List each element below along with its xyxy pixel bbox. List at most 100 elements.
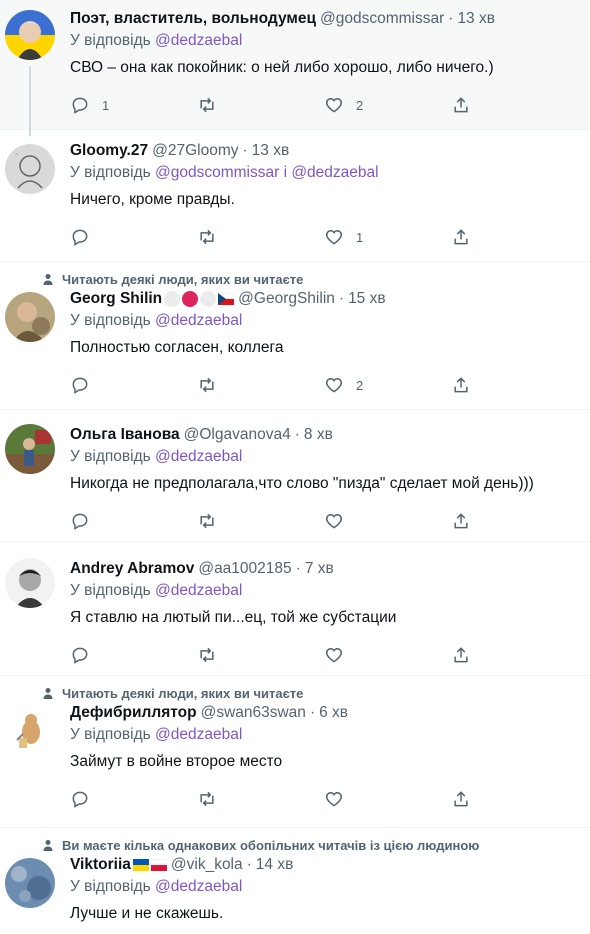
retweet-button[interactable] xyxy=(197,95,324,115)
author-name[interactable]: Georg Shilin xyxy=(70,290,162,308)
retweet-button[interactable] xyxy=(197,789,324,809)
avatar[interactable] xyxy=(5,10,55,60)
heart-icon xyxy=(325,229,343,245)
mention-link[interactable]: @dedzaebal xyxy=(155,726,242,743)
heart-icon xyxy=(325,377,343,393)
reply-prefix: У відповідь xyxy=(70,726,151,743)
author-name[interactable]: Ольга Іванова xyxy=(70,426,180,444)
timestamp[interactable]: 15 хв xyxy=(348,290,386,308)
reply-prefix: У відповідь xyxy=(70,582,151,599)
author-handle[interactable]: @vik_kola xyxy=(171,856,243,874)
retweet-button[interactable] xyxy=(197,375,324,395)
author-name[interactable]: Gloomy.27 xyxy=(70,142,148,160)
share-button[interactable] xyxy=(451,375,578,395)
tweet[interactable]: Читають деякі люди, яких ви читаєте Geor… xyxy=(0,262,590,410)
reply-button[interactable] xyxy=(70,375,197,395)
avatar[interactable] xyxy=(5,558,55,608)
reply-button[interactable] xyxy=(70,511,197,531)
tweet[interactable]: Ольга Іванова @Olgavanova4 · 8 хв У відп… xyxy=(0,410,590,542)
timestamp[interactable]: 7 хв xyxy=(305,560,334,578)
mention-link[interactable]: @dedzaebal xyxy=(155,582,242,599)
author-handle[interactable]: @aa1002185 xyxy=(198,560,291,578)
mention-link[interactable]: @dedzaebal xyxy=(155,448,242,465)
like-button[interactable]: 2 xyxy=(324,95,451,115)
mention-link[interactable]: @godscommissar і @dedzaebal xyxy=(155,164,379,181)
like-button[interactable] xyxy=(324,645,451,665)
reply-context: У відповідь @dedzaebal xyxy=(70,310,578,332)
reply-button[interactable]: 1 xyxy=(70,95,197,115)
reply-icon xyxy=(72,377,88,394)
share-button[interactable] xyxy=(451,227,578,247)
like-button[interactable]: 2 xyxy=(324,375,451,395)
share-icon xyxy=(454,513,468,529)
author-name[interactable]: Andrey Abramov xyxy=(70,560,194,578)
retweet-button[interactable] xyxy=(197,227,324,247)
mention-link[interactable]: @dedzaebal xyxy=(155,312,242,329)
social-context-text: Ви маєте кілька однакових обопільних чит… xyxy=(62,837,480,853)
tweet[interactable]: Читають деякі люди, яких ви читаєте Дефи… xyxy=(0,676,590,828)
avatar[interactable]: ~ xyxy=(5,144,55,194)
separator: · xyxy=(246,856,252,873)
tweet[interactable]: Поэт, властитель, вольнодумец @godscommi… xyxy=(0,0,590,136)
author-handle[interactable]: @Olgavanova4 xyxy=(184,426,291,444)
svg-text:~: ~ xyxy=(15,152,18,158)
reply-button[interactable] xyxy=(70,789,197,809)
like-count: 1 xyxy=(356,229,364,245)
reply-context: У відповідь @dedzaebal xyxy=(70,580,578,602)
action-bar: 1 xyxy=(70,220,578,254)
avatar[interactable] xyxy=(5,706,55,756)
like-button[interactable] xyxy=(324,511,451,531)
reply-button[interactable] xyxy=(70,645,197,665)
author-handle[interactable]: @27Gloomy xyxy=(152,142,238,160)
avatar[interactable] xyxy=(5,292,55,342)
heart-icon xyxy=(325,513,343,529)
mention-link[interactable]: @dedzaebal xyxy=(155,878,242,895)
white-circle-emoji xyxy=(200,291,217,307)
timestamp[interactable]: 6 хв xyxy=(319,704,348,722)
separator: · xyxy=(448,10,454,27)
reply-context: У відповідь @dedzaebal xyxy=(70,724,578,746)
share-button[interactable] xyxy=(451,645,578,665)
avatar[interactable] xyxy=(5,858,55,908)
avatar[interactable] xyxy=(5,424,55,474)
separator: · xyxy=(242,142,248,159)
author-name[interactable]: Дефибриллятор xyxy=(70,704,197,722)
tweet[interactable]: ~ Gloomy.27 @27Gloomy · 13 хв У відповід… xyxy=(0,130,590,262)
tweet[interactable]: Ви маєте кілька однакових обопільних чит… xyxy=(0,828,590,934)
mention-link[interactable]: @dedzaebal xyxy=(155,32,242,49)
tweet-text: Никогда не предполагала,что слово "пизда… xyxy=(70,475,534,492)
share-button[interactable] xyxy=(451,789,578,809)
retweet-button[interactable] xyxy=(197,645,324,665)
reply-prefix: У відповідь xyxy=(70,448,151,465)
reply-context: У відповідь @godscommissar і @dedzaebal xyxy=(70,162,578,184)
share-button[interactable] xyxy=(451,95,578,115)
tweet[interactable]: Andrey Abramov @aa1002185 · 7 хв У відпо… xyxy=(0,542,590,676)
retweet-icon xyxy=(200,377,214,393)
like-button[interactable]: 1 xyxy=(324,227,451,247)
like-button[interactable] xyxy=(324,789,451,809)
tweet-text: Лучше и не скажешь. xyxy=(70,905,224,922)
author-handle[interactable]: @godscommissar xyxy=(320,10,444,28)
tweet-text: Полностью согласен, коллега xyxy=(70,339,284,356)
like-count: 2 xyxy=(356,97,364,113)
share-button[interactable] xyxy=(451,511,578,531)
reply-context: У відповідь @dedzaebal xyxy=(70,446,578,468)
share-icon xyxy=(454,647,468,663)
timestamp[interactable]: 8 хв xyxy=(304,426,333,444)
thread-line xyxy=(29,66,31,136)
author-handle[interactable]: @GeorgShilin xyxy=(238,290,335,308)
retweet-icon xyxy=(200,97,214,113)
reply-button[interactable] xyxy=(70,227,197,247)
share-icon xyxy=(454,377,468,393)
timestamp[interactable]: 13 хв xyxy=(457,10,495,28)
timestamp[interactable]: 14 хв xyxy=(256,856,294,874)
author-name[interactable]: Поэт, властитель, вольнодумец xyxy=(70,10,316,28)
author-name[interactable]: Viktoriia xyxy=(70,856,131,874)
social-context: Читають деякі люди, яких ви читаєте xyxy=(40,684,578,702)
retweet-icon xyxy=(200,513,214,529)
heart-icon xyxy=(325,791,343,807)
author-handle[interactable]: @swan63swan xyxy=(201,704,306,722)
retweet-button[interactable] xyxy=(197,511,324,531)
timestamp[interactable]: 13 хв xyxy=(252,142,290,160)
social-context: Ви маєте кілька однакових обопільних чит… xyxy=(40,836,578,854)
